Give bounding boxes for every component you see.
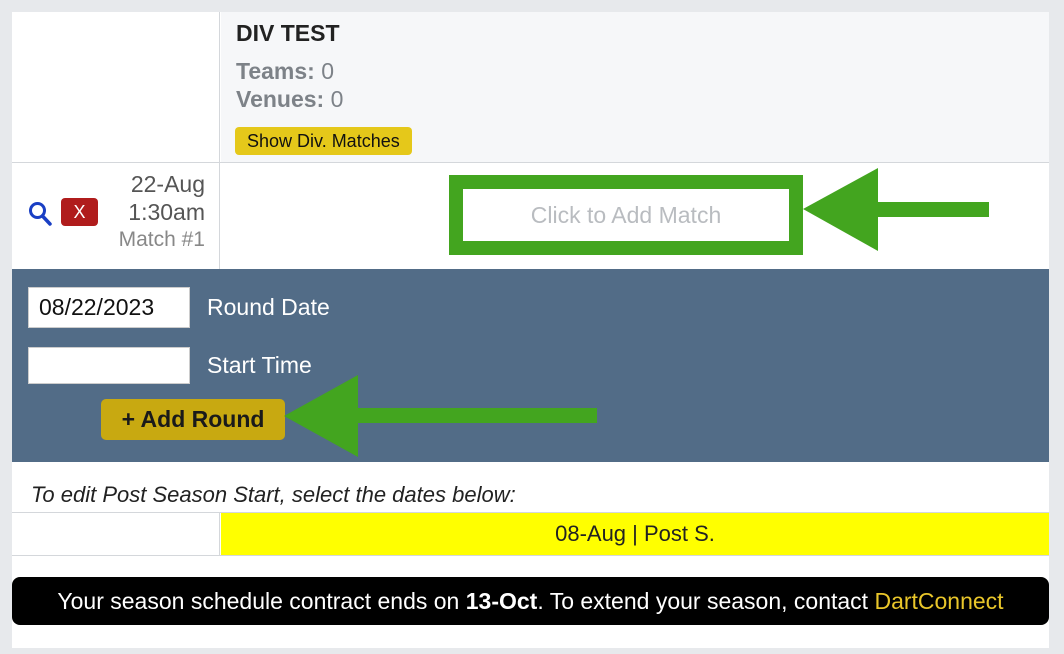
- post-season-left-cell: [12, 513, 220, 555]
- add-match-highlight: Click to Add Match: [449, 175, 803, 255]
- match-row: X 22-Aug 1:30am Match #1 Click to Add Ma…: [12, 163, 1049, 269]
- schedule-frame: DIV TEST Teams: 0 Venues: 0 Show Div. Ma…: [12, 12, 1049, 648]
- match-number: Match #1: [118, 228, 205, 251]
- post-season-row: 08-Aug | Post S.: [12, 512, 1049, 556]
- division-row: DIV TEST Teams: 0 Venues: 0 Show Div. Ma…: [12, 12, 1049, 163]
- post-season-note: To edit Post Season Start, select the da…: [31, 482, 516, 507]
- round-date-input[interactable]: [28, 287, 190, 328]
- add-round-panel: Round Date Start Time + Add Round: [12, 269, 1049, 462]
- venues-value: 0: [330, 86, 344, 112]
- venues-count: Venues: 0: [236, 86, 343, 113]
- dartconnect-link[interactable]: DartConnect: [874, 588, 1003, 615]
- show-div-matches-button[interactable]: Show Div. Matches: [235, 127, 412, 155]
- round-date-label: Round Date: [207, 294, 330, 320]
- teams-label: Teams:: [236, 58, 315, 84]
- division-left-cell: [12, 12, 220, 162]
- add-match-button[interactable]: Click to Add Match: [463, 189, 789, 241]
- delete-match-button[interactable]: X: [61, 198, 98, 226]
- division-info: DIV TEST Teams: 0 Venues: 0 Show Div. Ma…: [221, 12, 1049, 162]
- start-time-input[interactable]: [28, 347, 190, 384]
- search-icon[interactable]: [28, 201, 52, 227]
- contract-text-before: Your season schedule contract ends on: [57, 587, 466, 614]
- post-season-date-cell[interactable]: 08-Aug | Post S.: [221, 513, 1049, 555]
- venues-label: Venues:: [236, 86, 325, 112]
- teams-count: Teams: 0: [236, 58, 334, 85]
- teams-value: 0: [321, 58, 335, 84]
- division-title: DIV TEST: [236, 20, 340, 46]
- match-time: 1:30am: [128, 199, 205, 225]
- contract-notice: Your season schedule contract ends on 13…: [12, 577, 1049, 625]
- match-date: 22-Aug: [130, 171, 205, 197]
- contract-text-after: . To extend your season, contact: [537, 587, 875, 614]
- match-info-cell: X 22-Aug 1:30am Match #1: [12, 163, 220, 269]
- contract-end-date: 13-Oct: [465, 587, 538, 614]
- add-round-button[interactable]: + Add Round: [101, 399, 285, 440]
- start-time-label: Start Time: [207, 352, 312, 378]
